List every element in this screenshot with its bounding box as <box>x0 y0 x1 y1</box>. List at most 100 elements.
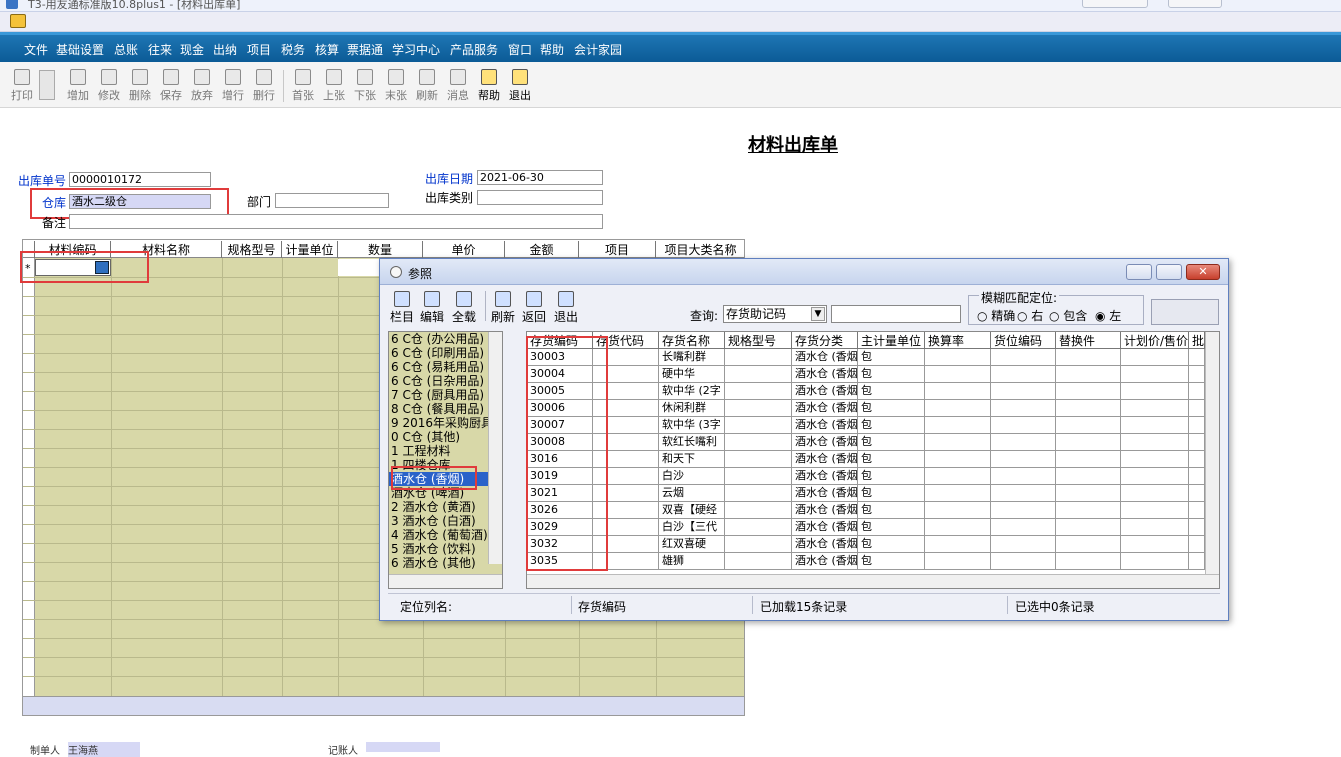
table-cell[interactable] <box>1121 553 1189 570</box>
table-cell[interactable]: 包 <box>858 400 925 417</box>
chevron-down-icon[interactable]: ▼ <box>811 307 825 321</box>
table-cell[interactable] <box>1121 366 1189 383</box>
grid-col-project[interactable]: 项目 <box>579 241 656 258</box>
table-cell[interactable]: 硬中华 <box>659 366 725 383</box>
table-cell[interactable] <box>925 468 991 485</box>
table-cell[interactable]: 酒水仓 (香烟 <box>792 417 858 434</box>
dialog-exit-button[interactable]: 退出 <box>554 291 578 325</box>
fuzzy-option-left[interactable]: ◉ 左 <box>1095 307 1121 324</box>
table-cell[interactable] <box>725 536 792 553</box>
menu-help[interactable]: 帮助 <box>540 41 564 58</box>
table-cell[interactable] <box>991 400 1056 417</box>
remark-field[interactable] <box>69 214 603 229</box>
table-cell[interactable]: 酒水仓 (香烟 <box>792 468 858 485</box>
table-cell[interactable]: 酒水仓 (香烟 <box>792 400 858 417</box>
table-cell[interactable] <box>991 434 1056 451</box>
window-control-group[interactable] <box>1082 0 1148 8</box>
table-cell[interactable] <box>1121 383 1189 400</box>
menu-window[interactable]: 窗口 <box>508 41 532 58</box>
table-cell[interactable] <box>1121 434 1189 451</box>
table-cell[interactable]: 包 <box>858 349 925 366</box>
table-cell[interactable]: 包 <box>858 434 925 451</box>
table-cell[interactable] <box>725 400 792 417</box>
table-cell[interactable] <box>1189 349 1205 366</box>
table-cell[interactable] <box>1121 451 1189 468</box>
table-cell[interactable] <box>1056 485 1121 502</box>
table-cell[interactable] <box>1056 400 1121 417</box>
table-cell[interactable] <box>991 417 1056 434</box>
table-cell[interactable] <box>1189 553 1205 570</box>
menu-cash[interactable]: 现金 <box>180 41 204 58</box>
table-cell[interactable]: 云烟 <box>659 485 725 502</box>
table-cell[interactable] <box>1121 485 1189 502</box>
table-cell[interactable] <box>925 536 991 553</box>
table-cell[interactable]: 酒水仓 (香烟 <box>792 349 858 366</box>
table-cell[interactable] <box>1056 519 1121 536</box>
table-cell[interactable] <box>725 502 792 519</box>
table-cell[interactable]: 软中华 (2字 <box>659 383 725 400</box>
type-field[interactable] <box>477 190 603 205</box>
table-cell[interactable] <box>991 536 1056 553</box>
table-cell[interactable] <box>1121 400 1189 417</box>
tree-item[interactable]: 6 C仓 (易耗用品) <box>389 360 502 374</box>
table-cell[interactable] <box>991 451 1056 468</box>
table-cell[interactable] <box>1189 417 1205 434</box>
tree-item[interactable]: 8 C仓 (餐具用品) <box>389 402 502 416</box>
table-cell[interactable] <box>1121 468 1189 485</box>
maximize-button[interactable] <box>1156 264 1182 280</box>
table-cell[interactable] <box>1056 383 1121 400</box>
tree-item[interactable]: 1 工程材料 <box>389 444 502 458</box>
table-cell[interactable] <box>991 502 1056 519</box>
table-cell[interactable] <box>925 451 991 468</box>
table-cell[interactable] <box>925 553 991 570</box>
table-cell[interactable]: 酒水仓 (香烟 <box>792 366 858 383</box>
table-cell[interactable] <box>991 519 1056 536</box>
table-cell[interactable] <box>725 553 792 570</box>
table-cell[interactable] <box>925 519 991 536</box>
query-field-select[interactable]: 存货助记码 ▼ <box>723 305 827 323</box>
query-input[interactable] <box>831 305 961 323</box>
tree-item[interactable]: 7 C仓 (厨具用品) <box>389 388 502 402</box>
next-record-button[interactable]: 下张 <box>350 69 380 105</box>
table-cell[interactable] <box>925 366 991 383</box>
menu-costing[interactable]: 核算 <box>315 41 339 58</box>
last-record-button[interactable]: 末张 <box>381 69 411 105</box>
menu-basic-settings[interactable]: 基础设置 <box>56 41 104 58</box>
table-header-cell[interactable]: 货位编码 <box>991 332 1056 349</box>
table-cell[interactable] <box>1189 485 1205 502</box>
grid-col-price[interactable]: 单价 <box>423 241 505 258</box>
menu-tax[interactable]: 税务 <box>281 41 305 58</box>
table-header-cell[interactable]: 存货分类 <box>792 332 858 349</box>
grid-col-amount[interactable]: 金额 <box>505 241 579 258</box>
menu-file[interactable]: 文件 <box>24 41 48 58</box>
table-cell[interactable]: 酒水仓 (香烟 <box>792 553 858 570</box>
table-cell[interactable] <box>991 553 1056 570</box>
fuzzy-option-exact[interactable]: ○ 精确 <box>977 307 1015 324</box>
menu-accounts[interactable]: 往来 <box>148 41 172 58</box>
table-cell[interactable]: 白沙【三代 <box>659 519 725 536</box>
dialog-refresh-button[interactable]: 刷新 <box>491 291 515 325</box>
columns-button[interactable]: 栏目 <box>390 291 414 325</box>
save-button[interactable]: 保存 <box>156 69 186 105</box>
table-cell[interactable] <box>1189 468 1205 485</box>
fuzzy-option-contains[interactable]: ○ 包含 <box>1049 307 1087 324</box>
table-cell[interactable] <box>725 417 792 434</box>
menu-bill[interactable]: 票据通 <box>347 41 383 58</box>
table-cell[interactable]: 包 <box>858 536 925 553</box>
table-cell[interactable] <box>1121 417 1189 434</box>
grid-col-project-class[interactable]: 项目大类名称 <box>656 241 744 258</box>
help-button[interactable]: 帮助 <box>474 69 504 105</box>
table-header-cell[interactable]: 计划价/售价 <box>1121 332 1189 349</box>
table-cell[interactable] <box>925 349 991 366</box>
menu-learning[interactable]: 学习中心 <box>392 41 440 58</box>
table-cell[interactable]: 包 <box>858 451 925 468</box>
tree-item[interactable]: 9 2016年采购厨具 <box>389 416 502 430</box>
table-header-cell[interactable]: 规格型号 <box>725 332 792 349</box>
first-record-button[interactable]: 首张 <box>288 69 318 105</box>
delete-button[interactable]: 删除 <box>125 69 155 105</box>
table-cell[interactable] <box>1189 519 1205 536</box>
table-cell[interactable]: 酒水仓 (香烟 <box>792 485 858 502</box>
table-cell[interactable]: 和天下 <box>659 451 725 468</box>
table-cell[interactable] <box>725 519 792 536</box>
order-no-field[interactable]: 0000010172 <box>69 172 211 187</box>
